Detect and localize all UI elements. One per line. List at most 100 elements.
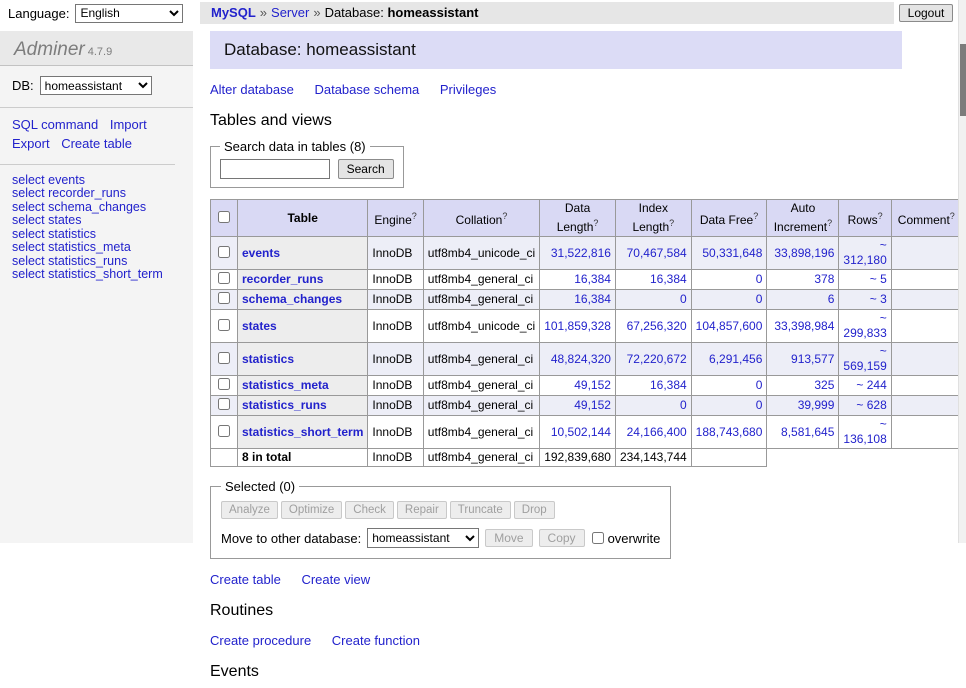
breadcrumb-server-link[interactable]: Server [271, 5, 309, 20]
rows-cell-link[interactable]: ~ 136,108 [843, 417, 886, 446]
sidebar-link-export[interactable]: Export [12, 136, 50, 151]
row-checkbox[interactable] [218, 425, 230, 437]
auto-increment-cell-link[interactable]: 33,398,984 [774, 319, 834, 333]
rows-cell-link[interactable]: ~ 3 [870, 292, 887, 306]
row-checkbox[interactable] [218, 292, 230, 304]
sidebar-link-create-table[interactable]: Create table [61, 136, 132, 151]
scrollbar-thumb[interactable] [960, 44, 966, 116]
data-free-cell-link[interactable]: 104,857,600 [696, 319, 763, 333]
row-checkbox[interactable] [218, 398, 230, 410]
select-all-checkbox[interactable] [218, 211, 230, 223]
table-link-statistics-meta[interactable]: statistics_meta [242, 378, 329, 392]
repair-button[interactable]: Repair [397, 501, 447, 519]
drop-button[interactable]: Drop [514, 501, 555, 519]
data-free-cell-link[interactable]: 0 [756, 292, 763, 306]
search-input[interactable] [220, 159, 330, 179]
table-link-statistics[interactable]: statistics [242, 352, 294, 366]
help-link[interactable]: ? [827, 218, 832, 228]
sidebar-table-link-select-schema-changes[interactable]: select schema_changes [12, 201, 181, 215]
auto-increment-cell-link[interactable]: 6 [828, 292, 835, 306]
table-link-statistics-short-term[interactable]: statistics_short_term [242, 425, 363, 439]
data-length-cell-link[interactable]: 49,152 [574, 398, 611, 412]
index-length-cell-link[interactable]: 16,384 [650, 272, 687, 286]
optimize-button[interactable]: Optimize [281, 501, 342, 519]
data-length-cell-link[interactable]: 10,502,144 [551, 425, 611, 439]
sidebar-table-link-select-statistics[interactable]: select statistics [12, 228, 181, 242]
rows-cell-link[interactable]: ~ 5 [870, 272, 887, 286]
db-select[interactable]: homeassistant [40, 76, 152, 95]
rows-cell-link[interactable]: ~ 628 [856, 398, 886, 412]
index-length-cell-link[interactable]: 70,467,584 [627, 246, 687, 260]
create-link-create-view[interactable]: Create view [301, 572, 370, 587]
sidebar-link-import[interactable]: Import [110, 117, 147, 132]
rows-cell-link[interactable]: ~ 299,833 [843, 311, 886, 340]
overwrite-checkbox[interactable] [592, 532, 604, 544]
row-checkbox[interactable] [218, 246, 230, 258]
index-length-cell-link[interactable]: 0 [680, 398, 687, 412]
index-length-cell-link[interactable]: 0 [680, 292, 687, 306]
data-free-cell-link[interactable]: 188,743,680 [696, 425, 763, 439]
truncate-button[interactable]: Truncate [450, 501, 511, 519]
db-action-database-schema[interactable]: Database schema [314, 82, 419, 97]
sidebar-link-sql-command[interactable]: SQL command [12, 117, 98, 132]
db-action-alter-database[interactable]: Alter database [210, 82, 294, 97]
rows-cell-link[interactable]: ~ 569,159 [843, 344, 886, 373]
move-button[interactable]: Move [485, 529, 532, 547]
search-button[interactable]: Search [338, 159, 394, 179]
help-link[interactable]: ? [412, 211, 417, 221]
data-length-cell-link[interactable]: 16,384 [574, 292, 611, 306]
data-length-cell-link[interactable]: 101,859,328 [544, 319, 611, 333]
help-link[interactable]: ? [669, 218, 674, 228]
copy-button[interactable]: Copy [539, 529, 585, 547]
index-length-cell-link[interactable]: 24,166,400 [627, 425, 687, 439]
auto-increment-cell-link[interactable]: 8,581,645 [781, 425, 834, 439]
move-db-select[interactable]: homeassistant [367, 528, 479, 548]
sidebar-table-link-select-states[interactable]: select states [12, 214, 181, 228]
sidebar-table-link-select-statistics-short-term[interactable]: select statistics_short_term [12, 268, 181, 282]
index-length-cell-link[interactable]: 16,384 [650, 378, 687, 392]
rows-cell-link[interactable]: ~ 312,180 [843, 238, 886, 267]
rows-cell-link[interactable]: ~ 244 [856, 378, 886, 392]
sidebar-table-link-select-events[interactable]: select events [12, 174, 181, 188]
help-link[interactable]: ? [593, 218, 598, 228]
table-link-statistics-runs[interactable]: statistics_runs [242, 398, 327, 412]
row-checkbox[interactable] [218, 378, 230, 390]
help-link[interactable]: ? [753, 211, 758, 221]
analyze-button[interactable]: Analyze [221, 501, 278, 519]
create-link-create-table[interactable]: Create table [210, 572, 281, 587]
vertical-scrollbar[interactable] [958, 0, 966, 543]
data-free-cell-link[interactable]: 50,331,648 [702, 246, 762, 260]
data-length-cell-link[interactable]: 31,522,816 [551, 246, 611, 260]
table-link-states[interactable]: states [242, 319, 277, 333]
table-link-events[interactable]: events [242, 246, 280, 260]
help-link[interactable]: ? [878, 211, 883, 221]
data-length-cell-link[interactable]: 16,384 [574, 272, 611, 286]
data-free-cell-link[interactable]: 0 [756, 398, 763, 412]
data-length-cell-link[interactable]: 49,152 [574, 378, 611, 392]
auto-increment-cell-link[interactable]: 39,999 [798, 398, 835, 412]
check-button[interactable]: Check [345, 501, 394, 519]
row-checkbox[interactable] [218, 352, 230, 364]
sidebar-table-link-select-recorder-runs[interactable]: select recorder_runs [12, 187, 181, 201]
table-link-recorder-runs[interactable]: recorder_runs [242, 272, 323, 286]
db-action-privileges[interactable]: Privileges [440, 82, 496, 97]
sidebar-table-link-select-statistics-meta[interactable]: select statistics_meta [12, 241, 181, 255]
app-title[interactable]: Adminer [14, 39, 85, 60]
breadcrumb-mysql-link[interactable]: MySQL [211, 5, 256, 20]
index-length-cell-link[interactable]: 67,256,320 [627, 319, 687, 333]
help-link[interactable]: ? [950, 211, 955, 221]
routine-link-create-function[interactable]: Create function [332, 633, 420, 648]
table-link-schema-changes[interactable]: schema_changes [242, 292, 342, 306]
data-length-cell-link[interactable]: 48,824,320 [551, 352, 611, 366]
data-free-cell-link[interactable]: 0 [756, 378, 763, 392]
data-free-cell-link[interactable]: 0 [756, 272, 763, 286]
row-checkbox[interactable] [218, 319, 230, 331]
logout-button[interactable]: Logout [899, 4, 954, 22]
routine-link-create-procedure[interactable]: Create procedure [210, 633, 311, 648]
help-link[interactable]: ? [502, 211, 507, 221]
auto-increment-cell-link[interactable]: 33,898,196 [774, 246, 834, 260]
auto-increment-cell-link[interactable]: 325 [814, 378, 834, 392]
auto-increment-cell-link[interactable]: 913,577 [791, 352, 834, 366]
language-select[interactable]: English [75, 4, 183, 23]
index-length-cell-link[interactable]: 72,220,672 [627, 352, 687, 366]
